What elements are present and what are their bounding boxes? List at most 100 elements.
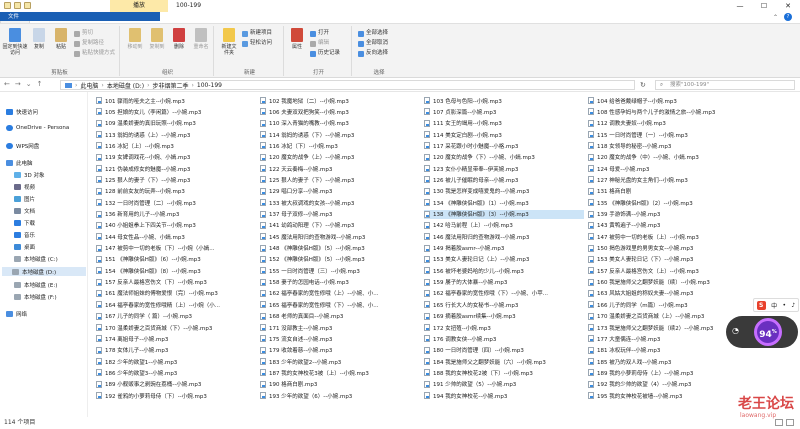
file-item[interactable]: 178 女体儿子--小婉.mp3 [96,346,256,355]
nav-downloads[interactable]: 下载 [14,219,35,227]
file-item[interactable]: 111 女王的竭用--小婉.mp3 [424,119,584,128]
close-button[interactable]: ✕ [776,0,800,12]
file-item[interactable]: 153 美女人妻轮日记（下）--小婉.mp3 [588,255,748,264]
invert-selection-button[interactable]: 反向选择 [358,50,388,57]
file-item[interactable]: 177 大童偶连--小婉.mp3 [588,334,748,343]
ime-toolbar[interactable]: S 中 • ♪ [753,298,799,312]
file-item[interactable]: 193 少年的欲望（6）--小婉.mp3 [260,391,420,400]
file-item[interactable]: 157 反亲人最格宫伤文（下）--小婉.mp3 [96,278,256,287]
file-item[interactable]: 101 骤雨的哑夫之主--小婉.mp3 [96,96,256,105]
nav-disk-c[interactable]: 本地磁盘 (C:) [14,255,58,263]
file-item[interactable]: 176 调教女侠--小婉.mp3 [424,334,584,343]
file-item[interactable]: 154 《神雕侠侣H版》（8）--小婉.mp3 [96,266,256,275]
file-item[interactable]: 162 福亭春家的宽性修哦（下）--小婉、小苹... [424,289,584,298]
file-item[interactable]: 188 我的女神校花2被（下）--小婉.mp3 [424,368,584,377]
file-item[interactable]: 112 调教夫妻奴--小婉.mp3 [588,119,748,128]
nav-onedrive[interactable]: OneDrive - Persona [6,125,69,131]
nav-disk-e[interactable]: 本地磁盘 (E:) [14,281,57,289]
file-item[interactable]: 137 母子双修--小婉.mp3 [260,210,420,219]
nav-network[interactable]: 网络 [6,310,27,318]
nav-disk-f[interactable]: 本地磁盘 (F:) [14,293,57,301]
search-input[interactable]: 搜索"100-199" [655,80,795,90]
file-item[interactable]: 179 收敛着慈--小婉.mp3 [260,346,420,355]
open-button[interactable]: 打开 [310,30,329,37]
file-item[interactable]: 108 性感孕妈与两个儿子的激情之旅--小婉.mp3 [588,107,748,116]
file-item[interactable]: 147 被剪中一切的老板（上）--小婉.mp3 [588,232,748,241]
file-item[interactable]: 168 老师的真面目--小婉.mp3 [260,312,420,321]
file-item[interactable]: 113 翁妈的诱惑（上）--小婉.mp3 [96,130,256,139]
copy-path-button[interactable]: 复制路径 [74,40,104,47]
file-item[interactable]: 133 被大叔调戏的女孩--小婉.mp3 [260,198,420,207]
breadcrumb-folder[interactable]: 步非烟第二季 [152,81,188,90]
file-item[interactable]: 161 魔法师姐妹的傅物爱恨（完）--小婉.mp3 [96,289,256,298]
file-item[interactable]: 148 《神雕侠侣H版》（5）--小婉.mp3 [260,244,420,253]
large-icons-view-icon[interactable] [786,419,794,426]
collapse-ribbon-icon[interactable]: ⌃ [773,14,778,21]
help-icon[interactable]: ? [784,13,792,21]
file-item[interactable]: 159 屡子的大体暴--小婉.mp3 [424,278,584,287]
file-item[interactable]: 187 我的女神校花3被（上）--小婉.mp3 [260,368,420,377]
file-item[interactable]: 125 狠人的妻子（下）--小婉.mp3 [96,175,256,184]
back-arrow-icon[interactable]: ← [4,80,10,88]
nav-desktop[interactable]: 桌面 [14,243,35,251]
file-item[interactable]: 165 行长大人的女秘书--小婉.mp3 [424,300,584,309]
file-item[interactable]: 185 被乃的双人戏--小婉.mp3 [588,357,748,366]
details-view-icon[interactable] [775,419,783,426]
file-item[interactable]: 122 天云奏梅--小婉.mp3 [260,164,420,173]
file-item[interactable]: 174 离姐母子--小婉.mp3 [96,334,256,343]
file-item[interactable]: 140 小姐姐拳上下四关节--小婉.mp3 [96,221,256,230]
nav-this-pc[interactable]: 此电脑 [6,159,33,167]
checkbox-icon[interactable] [14,2,21,9]
forward-arrow-icon[interactable]: → [15,80,21,88]
file-item[interactable]: 146 魔法用阳归的查物游戏--小婉.mp3 [424,232,584,241]
file-item[interactable]: 175 流女自述--小婉.mp3 [260,334,420,343]
file-item[interactable]: 195 我的女神校花被墙--小婉.mp3 [588,391,748,400]
file-item[interactable]: 141 幼鸽动阳理（下）--小婉.mp3 [260,221,420,230]
file-item[interactable]: 115 一日时尚管理（一）--小婉.mp3 [588,130,748,139]
file-item[interactable]: 167 儿子的同学（ 篇）--小婉.mp3 [96,312,256,321]
nav-pictures[interactable]: 图片 [14,195,35,203]
file-item[interactable]: 150 揭色游戏里的男男女女--小婉.mp3 [588,244,748,253]
file-item[interactable]: 114 翁妈的诱惑（下）--小婉.mp3 [260,130,420,139]
file-item[interactable]: 189 小舰贩事之剥豌在荔桶--小婉.mp3 [96,380,256,389]
file-item[interactable]: 114 美女定白剧--小婉.mp3 [424,130,584,139]
breadcrumb-current[interactable]: 100-199 [197,82,222,89]
file-item[interactable]: 191 少帅的欲望（5）--小婉.mp3 [424,380,584,389]
file-item[interactable]: 162 福亭春家的宽性修哦（上）--小婉、小... [260,289,420,298]
file-item[interactable]: 131 格商白剧 [588,187,748,196]
minimize-button[interactable]: — [728,0,752,12]
file-item[interactable]: 143 黄鸭遍子--小婉.mp3 [588,221,748,230]
folder-icon[interactable] [4,2,11,9]
refresh-icon[interactable]: ↻ [640,81,646,89]
nav-documents[interactable]: 文档 [14,207,35,215]
file-item[interactable]: 120 魔女的战争（中）--小婉、小嫣.mp3 [588,153,748,162]
copy-to-button[interactable]: 复制到 [148,28,166,50]
file-item[interactable]: 183 少年的欲望2--小婉.mp3 [260,357,420,366]
file-item[interactable]: 149 揭着胶asmr--小婉.mp3 [424,244,584,253]
file-item[interactable]: 157 反亲人最格宫伤文（上）--小婉.mp3 [588,266,748,275]
file-item[interactable]: 117 采花跟小时小魅魔--小格.mp3 [424,141,584,150]
context-tab-play[interactable]: 播放 [110,0,168,12]
file-item[interactable]: 163 风姑大姐姐的称奴夫妻--小婉.mp3 [588,289,748,298]
nav-quick-access[interactable]: 快速访问 [6,108,38,116]
file-item[interactable]: 118 女领导的秘密--小婉.mp3 [588,141,748,150]
file-item[interactable]: 169 摘着胶asmr续集--小婉.mp3 [424,312,584,321]
file-item[interactable]: 127 神秘光盘的女主角们--小婉.mp3 [588,175,748,184]
file-item[interactable]: 145 魔法用阳归的查物游戏--小婉.mp3 [260,232,420,241]
breadcrumb-disk-d[interactable]: 本地磁盘 (D:) [107,81,144,90]
mic-icon[interactable]: ♪ [791,302,795,309]
new-item-button[interactable]: 新建项目 [242,30,272,37]
nav-wps[interactable]: WPS网盘 [6,142,39,150]
delete-button[interactable]: 删除 [170,28,188,50]
file-item[interactable]: 132 一日时尚管理（二）--小婉.mp3 [96,198,256,207]
file-item[interactable]: 184 我是施师父之翻梦妖能（六）--小婉.mp3 [424,357,584,366]
file-item[interactable]: 152 《神雕侠侣H版》（5）--小婉.mp3 [260,255,420,264]
file-item[interactable]: 194 我的女神校花--小婉.mp3 [424,391,584,400]
file-item[interactable]: 120 魔女的战争（上）--小婉.mp3 [260,153,420,162]
file-item[interactable]: 116 冰妃（下）--小婉.mp3 [260,141,420,150]
new-folder-button[interactable]: 新建文件夹 [220,28,238,56]
file-item[interactable]: 128 前前女友的玩弄--小婉.mp3 [96,187,256,196]
tab-file[interactable]: 文件 [0,12,160,21]
file-item[interactable]: 160 我是施师父之翻梦妖能（续）--小婉.mp3 [588,278,748,287]
file-item[interactable]: 173 我是施师父之翻梦妖能（续2）--小婉.mp3 [588,323,748,332]
